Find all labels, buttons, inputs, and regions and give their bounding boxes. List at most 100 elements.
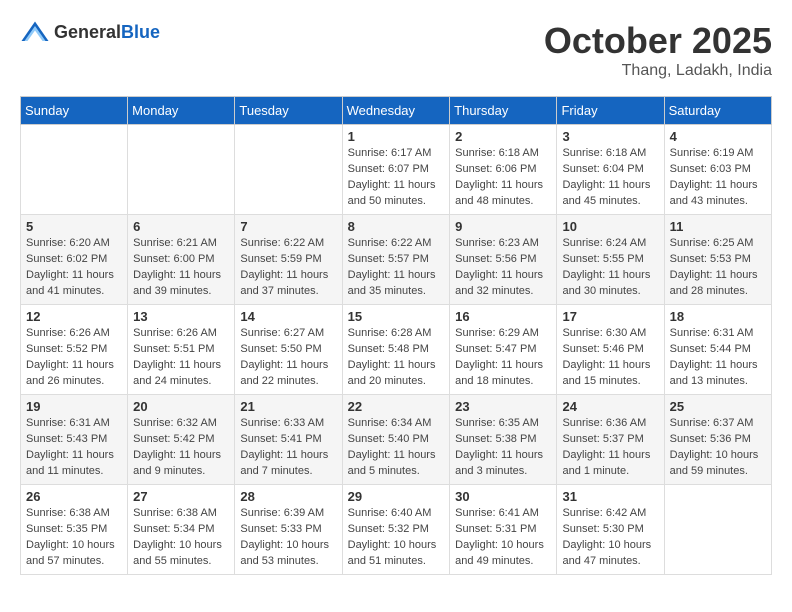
day-info: Sunrise: 6:22 AM Sunset: 5:59 PM Dayligh… bbox=[240, 236, 336, 300]
calendar-cell: 15Sunrise: 6:28 AM Sunset: 5:48 PM Dayli… bbox=[342, 305, 450, 395]
day-info: Sunrise: 6:32 AM Sunset: 5:42 PM Dayligh… bbox=[133, 416, 229, 480]
day-number: 30 bbox=[455, 489, 551, 504]
day-number: 6 bbox=[133, 219, 229, 234]
day-info: Sunrise: 6:41 AM Sunset: 5:31 PM Dayligh… bbox=[455, 506, 551, 570]
calendar-cell: 9Sunrise: 6:23 AM Sunset: 5:56 PM Daylig… bbox=[450, 215, 557, 305]
calendar-cell: 3 Sunrise: 6:18 AM Sunset: 6:04 PM Daylig… bbox=[557, 125, 664, 215]
day-number: 29 bbox=[348, 489, 445, 504]
day-info: Sunrise: 6:26 AM Sunset: 5:51 PM Dayligh… bbox=[133, 326, 229, 390]
day-info: Sunrise: 6:29 AM Sunset: 5:47 PM Dayligh… bbox=[455, 326, 551, 390]
logo-blue: Blue bbox=[121, 22, 160, 42]
day-info: Sunrise: 6:31 AM Sunset: 5:44 PM Dayligh… bbox=[670, 326, 766, 390]
day-info: Sunrise: 6:33 AM Sunset: 5:41 PM Dayligh… bbox=[240, 416, 336, 480]
calendar-week-row: 19Sunrise: 6:31 AM Sunset: 5:43 PM Dayli… bbox=[21, 395, 772, 485]
day-number: 28 bbox=[240, 489, 336, 504]
day-info: Sunrise: 6:23 AM Sunset: 5:56 PM Dayligh… bbox=[455, 236, 551, 300]
calendar-cell: 28 Sunrise: 6:39 AM Sunset: 5:33 PM Dayli… bbox=[235, 485, 342, 575]
calendar-cell: 13 Sunrise: 6:26 AM Sunset: 5:51 PM Dayli… bbox=[128, 305, 235, 395]
day-number: 21 bbox=[240, 399, 336, 414]
calendar-cell: 14Sunrise: 6:27 AM Sunset: 5:50 PM Dayli… bbox=[235, 305, 342, 395]
weekday-header: Tuesday bbox=[235, 97, 342, 125]
calendar-cell: 16 Sunrise: 6:29 AM Sunset: 5:47 PM Dayli… bbox=[450, 305, 557, 395]
day-info: Sunrise: 6:24 AM Sunset: 5:55 PM Dayligh… bbox=[562, 236, 658, 300]
calendar-cell: 4 Sunrise: 6:19 AM Sunset: 6:03 PM Daylig… bbox=[664, 125, 771, 215]
calendar-cell: 12 Sunrise: 6:26 AM Sunset: 5:52 PM Dayli… bbox=[21, 305, 128, 395]
calendar-cell bbox=[235, 125, 342, 215]
weekday-header: Saturday bbox=[664, 97, 771, 125]
day-number: 12 bbox=[26, 309, 122, 324]
calendar-cell: 31 Sunrise: 6:42 AM Sunset: 5:30 PM Dayli… bbox=[557, 485, 664, 575]
day-number: 31 bbox=[562, 489, 658, 504]
calendar-cell: 8 Sunrise: 6:22 AM Sunset: 5:57 PM Daylig… bbox=[342, 215, 450, 305]
calendar-cell: 25 Sunrise: 6:37 AM Sunset: 5:36 PM Dayli… bbox=[664, 395, 771, 485]
day-number: 26 bbox=[26, 489, 122, 504]
calendar-cell: 19Sunrise: 6:31 AM Sunset: 5:43 PM Dayli… bbox=[21, 395, 128, 485]
day-info: Sunrise: 6:38 AM Sunset: 5:34 PM Dayligh… bbox=[133, 506, 229, 570]
calendar-week-row: 26 Sunrise: 6:38 AM Sunset: 5:35 PM Dayli… bbox=[21, 485, 772, 575]
day-info: Sunrise: 6:42 AM Sunset: 5:30 PM Dayligh… bbox=[562, 506, 658, 570]
day-info: Sunrise: 6:20 AM Sunset: 6:02 PM Dayligh… bbox=[26, 236, 122, 300]
logo-general: General bbox=[54, 22, 121, 42]
calendar-cell: 2 Sunrise: 6:18 AM Sunset: 6:06 PM Daylig… bbox=[450, 125, 557, 215]
day-number: 17 bbox=[562, 309, 658, 324]
day-number: 2 bbox=[455, 129, 551, 144]
day-number: 4 bbox=[670, 129, 766, 144]
calendar-cell: 6 Sunrise: 6:21 AM Sunset: 6:00 PM Daylig… bbox=[128, 215, 235, 305]
day-info: Sunrise: 6:39 AM Sunset: 5:33 PM Dayligh… bbox=[240, 506, 336, 570]
location-title: Thang, Ladakh, India bbox=[544, 62, 772, 80]
day-info: Sunrise: 6:21 AM Sunset: 6:00 PM Dayligh… bbox=[133, 236, 229, 300]
calendar-cell: 7 Sunrise: 6:22 AM Sunset: 5:59 PM Daylig… bbox=[235, 215, 342, 305]
title-block: October 2025 Thang, Ladakh, India bbox=[544, 20, 772, 80]
day-number: 1 bbox=[348, 129, 445, 144]
day-number: 5 bbox=[26, 219, 122, 234]
calendar-cell: 30 Sunrise: 6:41 AM Sunset: 5:31 PM Dayli… bbox=[450, 485, 557, 575]
weekday-header-row: SundayMondayTuesdayWednesdayThursdayFrid… bbox=[21, 97, 772, 125]
calendar-cell: 18 Sunrise: 6:31 AM Sunset: 5:44 PM Dayli… bbox=[664, 305, 771, 395]
calendar-week-row: 1 Sunrise: 6:17 AM Sunset: 6:07 PM Daylig… bbox=[21, 125, 772, 215]
day-number: 3 bbox=[562, 129, 658, 144]
calendar-cell bbox=[21, 125, 128, 215]
day-info: Sunrise: 6:26 AM Sunset: 5:52 PM Dayligh… bbox=[26, 326, 122, 390]
page-header: GeneralBlue October 2025 Thang, Ladakh, … bbox=[20, 20, 772, 80]
day-number: 10 bbox=[562, 219, 658, 234]
day-info: Sunrise: 6:38 AM Sunset: 5:35 PM Dayligh… bbox=[26, 506, 122, 570]
day-info: Sunrise: 6:17 AM Sunset: 6:07 PM Dayligh… bbox=[348, 146, 445, 210]
day-number: 18 bbox=[670, 309, 766, 324]
day-info: Sunrise: 6:28 AM Sunset: 5:48 PM Dayligh… bbox=[348, 326, 445, 390]
calendar-cell: 11 Sunrise: 6:25 AM Sunset: 5:53 PM Dayli… bbox=[664, 215, 771, 305]
weekday-header: Monday bbox=[128, 97, 235, 125]
day-number: 16 bbox=[455, 309, 551, 324]
calendar-cell: 26 Sunrise: 6:38 AM Sunset: 5:35 PM Dayli… bbox=[21, 485, 128, 575]
weekday-header: Thursday bbox=[450, 97, 557, 125]
calendar-cell: 17Sunrise: 6:30 AM Sunset: 5:46 PM Dayli… bbox=[557, 305, 664, 395]
day-number: 13 bbox=[133, 309, 229, 324]
day-number: 25 bbox=[670, 399, 766, 414]
weekday-header: Friday bbox=[557, 97, 664, 125]
day-info: Sunrise: 6:35 AM Sunset: 5:38 PM Dayligh… bbox=[455, 416, 551, 480]
calendar-week-row: 12 Sunrise: 6:26 AM Sunset: 5:52 PM Dayli… bbox=[21, 305, 772, 395]
day-info: Sunrise: 6:27 AM Sunset: 5:50 PM Dayligh… bbox=[240, 326, 336, 390]
calendar-cell: 1 Sunrise: 6:17 AM Sunset: 6:07 PM Daylig… bbox=[342, 125, 450, 215]
calendar-cell: 24Sunrise: 6:36 AM Sunset: 5:37 PM Dayli… bbox=[557, 395, 664, 485]
day-info: Sunrise: 6:22 AM Sunset: 5:57 PM Dayligh… bbox=[348, 236, 445, 300]
day-info: Sunrise: 6:31 AM Sunset: 5:43 PM Dayligh… bbox=[26, 416, 122, 480]
day-number: 11 bbox=[670, 219, 766, 234]
day-number: 7 bbox=[240, 219, 336, 234]
day-info: Sunrise: 6:18 AM Sunset: 6:06 PM Dayligh… bbox=[455, 146, 551, 210]
calendar-cell: 5 Sunrise: 6:20 AM Sunset: 6:02 PM Daylig… bbox=[21, 215, 128, 305]
day-number: 8 bbox=[348, 219, 445, 234]
calendar-cell bbox=[664, 485, 771, 575]
calendar-cell: 21 Sunrise: 6:33 AM Sunset: 5:41 PM Dayli… bbox=[235, 395, 342, 485]
day-info: Sunrise: 6:19 AM Sunset: 6:03 PM Dayligh… bbox=[670, 146, 766, 210]
day-info: Sunrise: 6:36 AM Sunset: 5:37 PM Dayligh… bbox=[562, 416, 658, 480]
day-info: Sunrise: 6:37 AM Sunset: 5:36 PM Dayligh… bbox=[670, 416, 766, 480]
day-number: 27 bbox=[133, 489, 229, 504]
calendar-table: SundayMondayTuesdayWednesdayThursdayFrid… bbox=[20, 96, 772, 575]
calendar-cell: 22Sunrise: 6:34 AM Sunset: 5:40 PM Dayli… bbox=[342, 395, 450, 485]
logo-icon bbox=[20, 20, 50, 44]
calendar-cell: 10 Sunrise: 6:24 AM Sunset: 5:55 PM Dayli… bbox=[557, 215, 664, 305]
day-info: Sunrise: 6:18 AM Sunset: 6:04 PM Dayligh… bbox=[562, 146, 658, 210]
month-title: October 2025 bbox=[544, 20, 772, 62]
day-info: Sunrise: 6:25 AM Sunset: 5:53 PM Dayligh… bbox=[670, 236, 766, 300]
calendar-cell: 29Sunrise: 6:40 AM Sunset: 5:32 PM Dayli… bbox=[342, 485, 450, 575]
